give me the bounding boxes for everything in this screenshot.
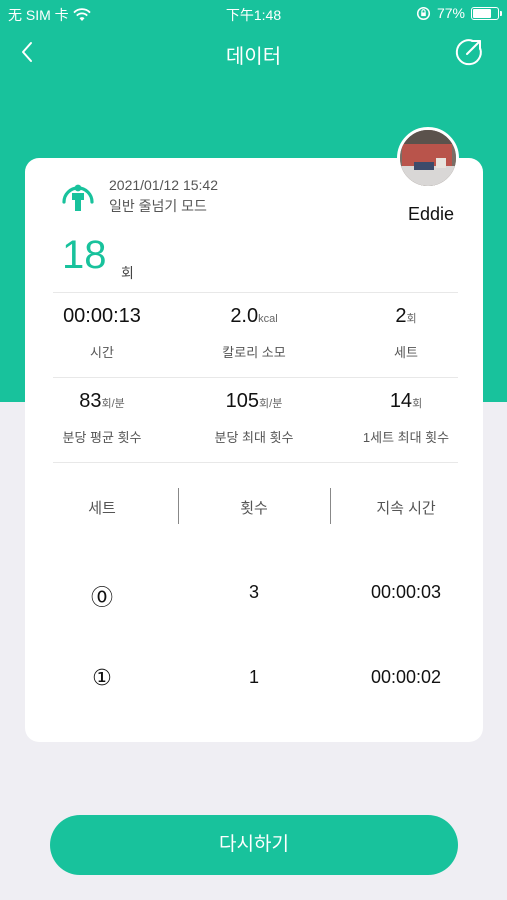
orientation-lock-icon xyxy=(416,6,431,20)
stat-sets: 2회 세트 xyxy=(350,305,462,361)
stat-label: 세트 xyxy=(394,345,418,360)
stat-unit: 회/분 xyxy=(101,398,125,410)
divider xyxy=(53,377,458,378)
table-header-set: 세트 xyxy=(88,500,116,517)
battery-percent: 77% xyxy=(436,5,465,21)
stat-max-per-set: 14회 1세트 최대 횟수 xyxy=(340,390,472,446)
stat-value: 2.0 xyxy=(230,305,259,327)
jump-rope-icon xyxy=(62,184,94,211)
stat-avg-per-min: 83회/분 분당 평균 횟수 xyxy=(36,390,168,446)
stat-label: 시간 xyxy=(90,345,114,360)
stat-max-per-min: 105회/분 분당 최대 횟수 xyxy=(188,390,320,446)
status-bar: 无 SIM 卡 下午1:48 77% xyxy=(0,0,507,28)
stat-value: 14 xyxy=(389,390,413,412)
stat-time: 00:00:13 시간 xyxy=(46,305,158,361)
avatar-photo xyxy=(400,130,456,186)
username: Eddie xyxy=(407,204,455,224)
column-separator xyxy=(330,488,331,524)
stat-calories: 2.0kcal 칼로리 소모 xyxy=(198,305,310,361)
mode-label: 일반 줄넘기 모드 xyxy=(109,198,207,214)
divider xyxy=(53,292,458,293)
column-separator xyxy=(178,488,179,524)
stat-label: 칼로리 소모 xyxy=(222,345,286,360)
session-datetime: 2021/01/12 15:42 xyxy=(109,177,218,193)
stat-value: 83 xyxy=(79,390,102,412)
stat-unit: 회/분 xyxy=(259,398,283,410)
total-count: 18 xyxy=(62,233,107,277)
page-title: 데이터 xyxy=(225,46,282,68)
stat-label: 분당 평균 횟수 xyxy=(62,430,142,445)
battery-icon xyxy=(471,6,502,20)
stat-unit: kcal xyxy=(258,313,278,325)
table-cell-duration: 00:00:03 xyxy=(370,582,442,602)
table-header-duration: 지속 시간 xyxy=(376,500,436,517)
table-cell-count: 1 xyxy=(248,667,259,687)
share-icon[interactable] xyxy=(453,36,485,68)
status-right: 77% xyxy=(416,5,502,21)
table-cell-set: ① xyxy=(92,665,112,690)
stat-unit: 회 xyxy=(412,398,423,410)
stat-value: 00:00:13 xyxy=(63,305,141,327)
table-cell-set: ⓪ xyxy=(90,585,113,610)
table-cell-count: 3 xyxy=(248,582,259,602)
divider xyxy=(53,462,458,463)
retry-button[interactable]: 다시하기 xyxy=(50,815,458,875)
nav-bar: 데이터 xyxy=(0,30,507,74)
stat-unit: 회 xyxy=(406,313,417,325)
table-cell-duration: 00:00:02 xyxy=(370,667,442,687)
battery-fill xyxy=(473,8,492,18)
total-count-unit: 회 xyxy=(121,265,134,281)
avatar xyxy=(397,127,459,189)
stat-value: 2 xyxy=(395,305,407,327)
table-header-count: 횟수 xyxy=(240,500,268,517)
stat-label: 분당 최대 횟수 xyxy=(214,430,294,445)
stat-label: 1세트 최대 횟수 xyxy=(362,430,450,445)
stat-value: 105 xyxy=(225,390,260,412)
